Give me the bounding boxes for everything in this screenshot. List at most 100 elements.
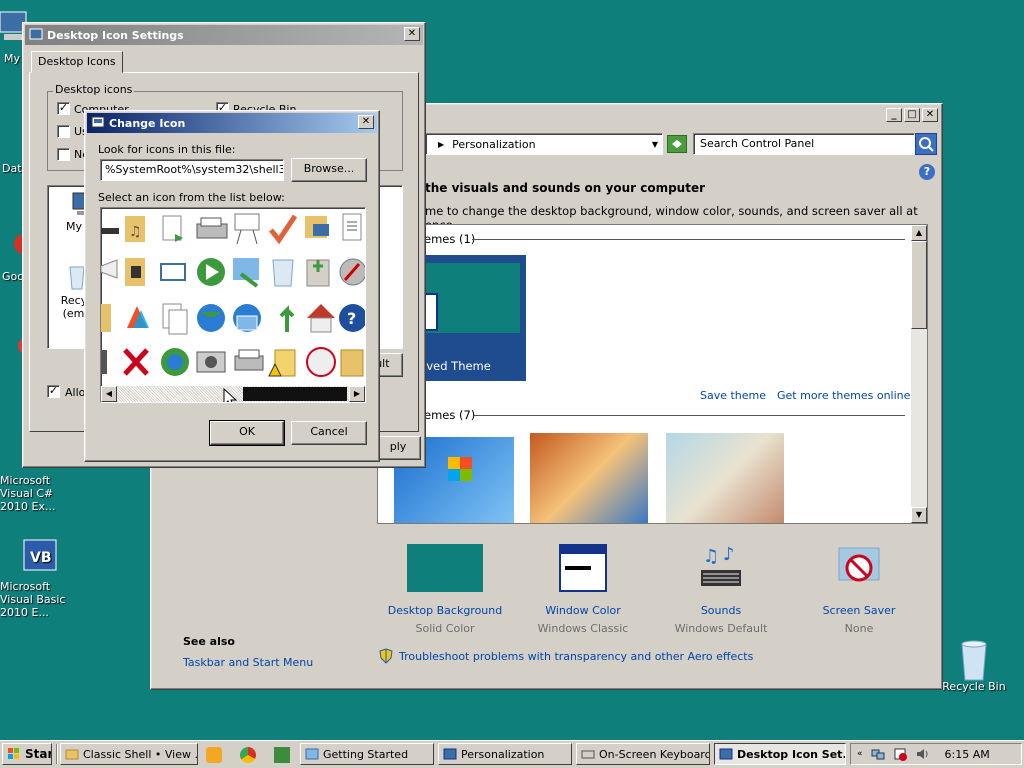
- sounds-icon: ♫ ♪: [697, 544, 745, 592]
- quick-launch-chrome[interactable]: [240, 747, 256, 763]
- window-color-item[interactable]: Window Color Windows Classic: [525, 544, 641, 635]
- troubleshoot-row[interactable]: Troubleshoot problems with transparency …: [379, 648, 753, 664]
- mouse-cursor-icon: [223, 388, 238, 402]
- look-for-label: Look for icons in this file:: [98, 143, 236, 156]
- desktop-icon-settings-icon: [29, 28, 43, 40]
- icon-grid[interactable]: ♫ ? ◀ ▶: [100, 207, 366, 403]
- browse-label: Browse...: [303, 162, 355, 175]
- desktop-icon-label: Microsoft Visual Basic 2010 E...: [0, 580, 66, 619]
- desktop-icon-settings-titlebar[interactable]: Desktop Icon Settings ✕: [25, 25, 423, 45]
- taskbar-getting-started[interactable]: Getting Started: [300, 743, 434, 765]
- desktop-background-swatch: [407, 544, 483, 592]
- windows-logo-icon: [448, 457, 472, 481]
- search-button[interactable]: [915, 133, 937, 155]
- quick-launch-csharp[interactable]: [274, 747, 290, 763]
- theme-list[interactable]: emes (1) nsaved Theme Save theme Get mor…: [377, 224, 928, 524]
- taskbar-label: Getting Started: [323, 747, 409, 761]
- icon-file-path-value: %SystemRoot%\system32\shell32.d: [105, 163, 284, 176]
- start-button[interactable]: Start: [2, 743, 52, 765]
- troubleshoot-link[interactable]: Troubleshoot problems with transparency …: [399, 650, 753, 663]
- icon-file-path-input[interactable]: %SystemRoot%\system32\shell32.d: [100, 159, 284, 181]
- quick-launch-media[interactable]: [206, 747, 222, 763]
- taskbar-label: Personalization: [461, 747, 545, 761]
- close-button[interactable]: ✕: [358, 115, 374, 129]
- taskbar-start-menu-link[interactable]: Taskbar and Start Menu: [183, 656, 313, 669]
- svg-text:♪: ♪: [723, 544, 735, 565]
- desktop-icon-visual-basic[interactable]: VB Microsoft Visual Basic 2010 E...: [0, 538, 78, 619]
- ok-button[interactable]: OK: [209, 420, 285, 446]
- search-input[interactable]: Search Control Panel: [693, 133, 915, 155]
- taskbar-label: On-Screen Keyboard: [599, 747, 710, 761]
- user-files-checkbox[interactable]: [57, 125, 70, 138]
- control-panel-icon: [305, 748, 319, 760]
- svg-text:?: ?: [347, 309, 356, 328]
- theme-list-scrollbar[interactable]: ▲ ▼: [911, 225, 927, 523]
- scroll-left-button[interactable]: ◀: [101, 386, 117, 402]
- breadcrumb: Personalization: [452, 137, 536, 151]
- recycle-bin-icon: [954, 638, 994, 681]
- refresh-button[interactable]: [667, 135, 687, 153]
- taskbar-classic-shell[interactable]: Classic Shell • View ...: [60, 743, 198, 765]
- close-button[interactable]: ✕: [922, 108, 938, 122]
- browse-button[interactable]: Browse...: [291, 158, 367, 182]
- taskbar-label: Classic Shell • View ...: [83, 747, 198, 761]
- save-theme-link[interactable]: Save theme: [700, 389, 766, 402]
- windows-logo-icon: [8, 748, 19, 759]
- section-divider: [472, 239, 905, 240]
- cancel-button[interactable]: Cancel: [291, 421, 367, 445]
- computer-checkbox[interactable]: ✓: [57, 102, 70, 115]
- taskbar-on-screen-keyboard[interactable]: On-Screen Keyboard: [576, 743, 710, 765]
- taskbar-desktop-icon-settings[interactable]: Desktop Icon Set...: [714, 743, 846, 765]
- svg-text:♫: ♫: [129, 224, 142, 240]
- icon-row-1: ♫: [101, 213, 362, 245]
- group-label: Desktop icons: [53, 83, 135, 96]
- minimize-button[interactable]: _: [886, 108, 902, 122]
- address-bar[interactable]: ▶ Personalization ▼: [425, 133, 663, 155]
- scroll-right-button[interactable]: ▶: [349, 386, 365, 402]
- apply-label: ply: [389, 440, 407, 453]
- network-checkbox[interactable]: [57, 148, 70, 161]
- folder-icon: [65, 749, 79, 760]
- change-icon-title: Change Icon: [109, 116, 186, 130]
- taskbar-personalization[interactable]: Personalization: [438, 743, 572, 765]
- taskbar-label: Desktop Icon Set...: [737, 747, 846, 761]
- maximize-button[interactable]: □: [904, 108, 920, 122]
- clock[interactable]: 6:15 AM: [945, 748, 990, 761]
- close-button[interactable]: ✕: [404, 27, 420, 41]
- get-more-themes-link[interactable]: Get more themes online: [777, 389, 910, 402]
- action-center-icon[interactable]: [893, 747, 907, 761]
- aero-theme-nature[interactable]: [666, 433, 784, 523]
- scroll-up-button[interactable]: ▲: [911, 225, 927, 241]
- change-icon-dialog-icon: [91, 116, 105, 128]
- tray-expand-icon[interactable]: «: [857, 749, 863, 759]
- screen-saver-item[interactable]: Screen Saver None: [801, 544, 917, 635]
- ok-label: OK: [239, 425, 255, 438]
- scroll-down-button[interactable]: ▼: [911, 507, 927, 523]
- aero-theme-architecture[interactable]: [530, 433, 648, 523]
- desktop-icon-label: Microsoft Visual C# 2010 Ex...: [0, 474, 56, 513]
- tab-desktop-icons[interactable]: Desktop Icons: [31, 51, 123, 73]
- chevron-down-icon[interactable]: ▼: [652, 140, 658, 149]
- scroll-thumb[interactable]: [911, 241, 927, 329]
- start-label: Start: [25, 747, 51, 761]
- network-icon[interactable]: [871, 747, 885, 761]
- icon-grid-canvas: ♫ ?: [101, 213, 365, 377]
- sounds-item[interactable]: ♫ ♪ Sounds Windows Default: [663, 544, 779, 635]
- scroll-thumb-dark: [243, 387, 347, 401]
- allow-themes-checkbox[interactable]: ✓: [47, 385, 60, 398]
- screen-saver-title: Screen Saver: [822, 604, 896, 617]
- personalization-icon: [443, 748, 457, 760]
- my-themes-label: emes (1): [424, 232, 476, 246]
- select-icon-label: Select an icon from the list below:: [98, 191, 285, 204]
- change-icon-titlebar[interactable]: Change Icon ✕: [87, 113, 377, 133]
- volume-icon[interactable]: [915, 747, 929, 761]
- system-tray: « 6:15 AM: [850, 743, 1022, 765]
- icon-row-3: ?: [101, 303, 365, 335]
- refresh-icon: [672, 140, 682, 148]
- help-icon[interactable]: ?: [919, 164, 935, 180]
- svg-text:♫: ♫: [703, 546, 719, 567]
- desktop-background-item[interactable]: Desktop Background Solid Color: [387, 544, 503, 635]
- icon-row-2: [101, 258, 365, 288]
- search-icon: [919, 137, 934, 152]
- desktop-icon-recycle-bin[interactable]: Recycle Bin: [934, 638, 1014, 693]
